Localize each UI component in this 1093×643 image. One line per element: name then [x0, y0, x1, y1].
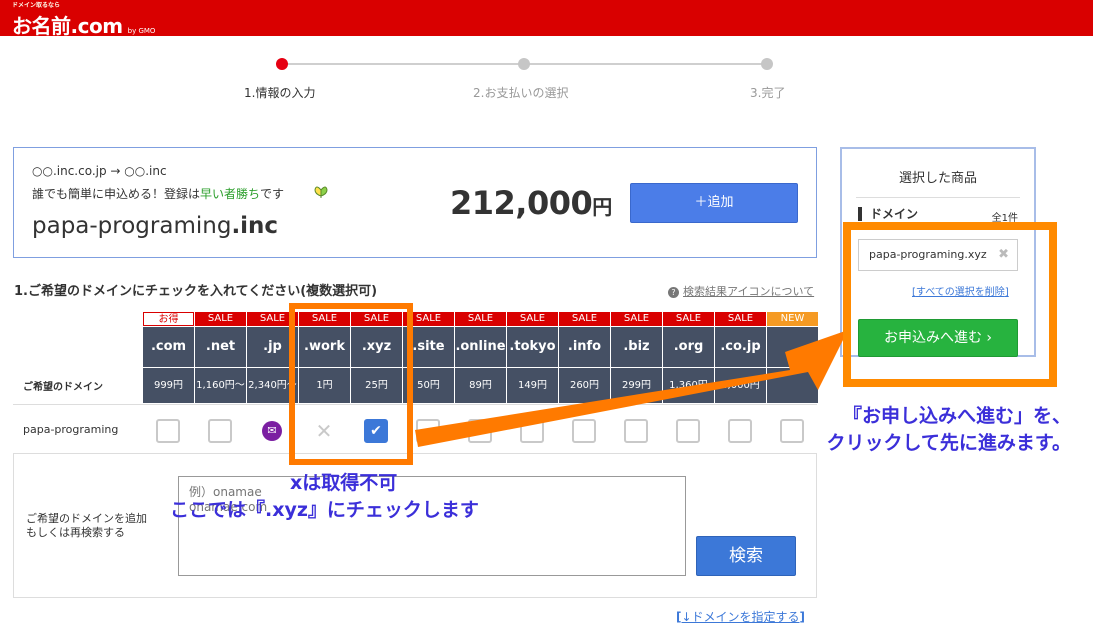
tld-price: 1,360円 [663, 368, 714, 403]
promo-domain-card: ○○.inc.co.jp → ○○.inc 誰でも簡単に申込める！登録は早い者勝… [13, 147, 817, 258]
step-dot-1 [276, 58, 288, 70]
domain-question: 1.ご希望のドメインにチェックを入れてください(複数選択可) [14, 284, 378, 299]
specify-bracket-close: ] [799, 610, 806, 624]
checkbox[interactable] [572, 419, 596, 443]
checkbox[interactable] [624, 419, 648, 443]
tld-header: .net [195, 327, 246, 367]
badge-11: SALE [715, 312, 766, 326]
tld-price: 1,160円〜 [195, 368, 246, 403]
help-link[interactable]: ? 検索結果アイコンについて [668, 283, 814, 299]
promo-domain: papa-programing.inc [32, 213, 278, 239]
annotation-apply-line1: 『お申し込みへ進む」を、 [842, 405, 1071, 427]
badge-8: SALE [559, 312, 610, 326]
promo-line1: ○○.inc.co.jp → ○○.inc [32, 164, 167, 178]
highlight-box-apply [843, 222, 1057, 387]
badge-9: SALE [611, 312, 662, 326]
promo-domain-name: papa-programing [32, 213, 232, 239]
step-label-1: 1.情報の入力 [244, 86, 316, 100]
logo-sub: by GMO [127, 27, 156, 35]
tld-price: 4,000円 [715, 368, 766, 403]
logo-text: お名前.com [12, 14, 123, 38]
badge-10: SALE [663, 312, 714, 326]
badge-6: SALE [455, 312, 506, 326]
checkbox[interactable] [468, 419, 492, 443]
search-label: ご希望のドメインを追加 もしくは再検索する [26, 512, 147, 540]
logo-tagline: ドメイン取るなら [12, 2, 61, 9]
step-dot-3 [761, 58, 773, 70]
checkbox[interactable] [520, 419, 544, 443]
help-link-text[interactable]: 検索結果アイコンについて [683, 285, 814, 298]
onamae-logo[interactable]: ドメイン取るなら お名前.com by GMO [12, 2, 155, 39]
step-label-3: 3.完了 [750, 86, 786, 100]
tld-price: 89円 [455, 368, 506, 403]
search-button[interactable]: 検索 [696, 536, 796, 576]
domain-table: お得 SALE SALE SALE SALE SALE SALE SALE SALE SALE SA… [13, 310, 818, 598]
badge-0: お得 [143, 312, 194, 326]
row-label: ご希望のドメイン [23, 382, 103, 393]
tld-price: 149円 [507, 368, 558, 403]
site-header: ドメイン取るなら お名前.com by GMO [0, 0, 1093, 39]
tld-header: .org [663, 327, 714, 367]
progress-steps: 1.情報の入力 2.お支払いの選択 3.完了 [240, 56, 800, 106]
promo-price: 212,000円 [450, 184, 612, 222]
badge-1: SALE [195, 312, 246, 326]
search-label-1: ご希望のドメインを追加 [26, 512, 147, 525]
tld-header: .online [455, 327, 506, 367]
mail-icon: ✉ [262, 421, 282, 441]
add-button[interactable]: ＋追加 [630, 183, 798, 223]
step-connector [524, 63, 768, 65]
beginner-leaf-icon [314, 186, 328, 198]
promo-price-unit: 円 [592, 195, 612, 219]
tld-price: 999円 [143, 368, 194, 403]
step-dot-2 [518, 58, 530, 70]
badge-7: SALE [507, 312, 558, 326]
search-name: papa-programing [23, 423, 119, 436]
checkbox[interactable] [156, 419, 180, 443]
tld-header: .biz [611, 327, 662, 367]
tld-header: .tokyo [507, 327, 558, 367]
tld-header: .info [559, 327, 610, 367]
annotation-apply-line2: クリックして先に進みます。 [826, 432, 1071, 454]
promo-highlight: 早い者勝ち [200, 187, 261, 201]
annotation-xyz-note: ここでは『.xyz』にチェックします [170, 499, 479, 521]
promo-line2-pre: 誰でも簡単に申込める！登録は [32, 187, 201, 201]
divider [856, 197, 1020, 198]
tld-price: 260円 [559, 368, 610, 403]
specify-domain-link[interactable]: [↓ドメインを指定する] [676, 608, 805, 625]
annotation-apply: 『お申し込みへ進む」を、クリックして先に進みます。 [771, 403, 1071, 457]
owned-domain-icon[interactable]: ✉ [260, 419, 284, 443]
promo-domain-tld: .inc [231, 213, 279, 239]
step-label-2: 2.お支払いの選択 [473, 86, 569, 100]
highlight-box-xyz [289, 303, 413, 465]
domain-label: ドメイン [858, 207, 918, 221]
badge-12: NEW [767, 312, 818, 326]
tld-header [767, 327, 818, 367]
table-row: papa-programing ✉ ✕ ✔ [13, 404, 817, 454]
specify-link-text[interactable]: ↓ドメインを指定する [681, 610, 799, 624]
checkbox[interactable] [416, 419, 440, 443]
search-label-2: もしくは再検索する [26, 526, 125, 539]
tld-price [767, 368, 818, 403]
checkbox[interactable] [208, 419, 232, 443]
annotation-xyz: xは取得不可ここでは『.xyz』にチェックします [170, 470, 479, 524]
checkbox[interactable] [728, 419, 752, 443]
step-connector [282, 63, 524, 65]
annotation-x-note: xは取得不可 [290, 472, 398, 494]
tld-price: 299円 [611, 368, 662, 403]
tld-header: .com [143, 327, 194, 367]
tld-header: .co.jp [715, 327, 766, 367]
panel-title: 選択した商品 [898, 171, 977, 186]
promo-line2: 誰でも簡単に申込める！登録は早い者勝ちです [32, 185, 284, 202]
question-icon: ? [668, 287, 679, 298]
promo-price-value: 212,000 [450, 184, 593, 222]
checkbox[interactable] [676, 419, 700, 443]
promo-line2-post: です [260, 187, 285, 201]
